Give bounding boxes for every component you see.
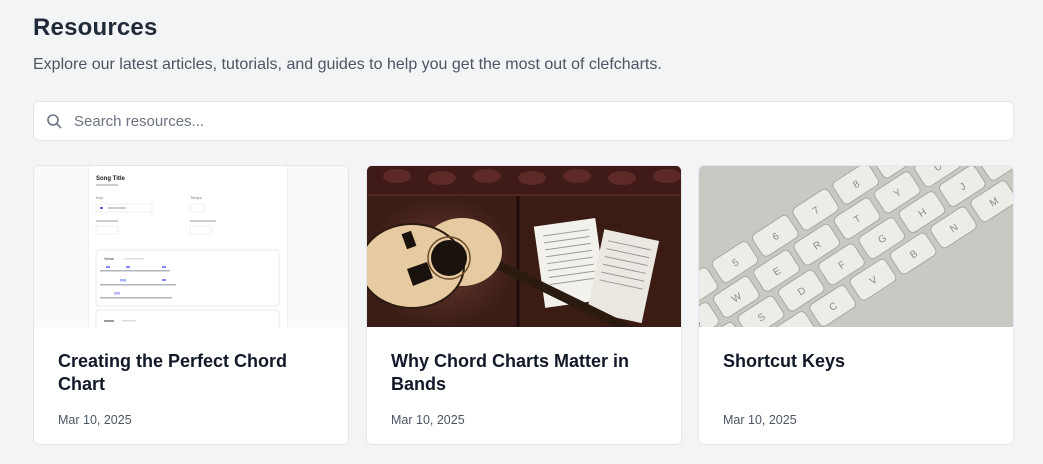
resource-card[interactable]: 456789QWERTYUIOPASDFGHJKLZXCVBNM Shortcu… — [698, 165, 1014, 445]
search-bar[interactable] — [33, 101, 1014, 141]
thumb-tempo-label: Tempo — [190, 195, 203, 200]
page-title: Resources — [33, 14, 158, 41]
resource-card[interactable]: Why Chord Charts Matter in Bands Mar 10,… — [366, 165, 682, 445]
card-date: Mar 10, 2025 — [58, 413, 132, 427]
card-date: Mar 10, 2025 — [723, 413, 797, 427]
card-date: Mar 10, 2025 — [391, 413, 465, 427]
card-thumbnail-guitar — [367, 166, 681, 327]
card-title[interactable]: Creating the Perfect Chord Chart — [58, 350, 328, 396]
card-title[interactable]: Why Chord Charts Matter in Bands — [391, 350, 661, 396]
thumb-key-label: Key — [96, 195, 103, 200]
page-subtitle: Explore our latest articles, tutorials, … — [33, 56, 662, 73]
resource-card[interactable]: Song Title Key Tempo Verse Creating the … — [33, 165, 349, 445]
card-thumbnail-keyboard: 456789QWERTYUIOPASDFGHJKLZXCVBNM — [699, 166, 1013, 327]
thumb-section-label: Verse — [104, 256, 115, 261]
card-thumbnail-chord-chart: Song Title Key Tempo Verse — [34, 166, 348, 327]
card-title[interactable]: Shortcut Keys — [723, 350, 993, 373]
thumb-song-title: Song Title — [96, 176, 126, 182]
search-input[interactable] — [74, 112, 974, 130]
search-icon — [46, 113, 62, 129]
